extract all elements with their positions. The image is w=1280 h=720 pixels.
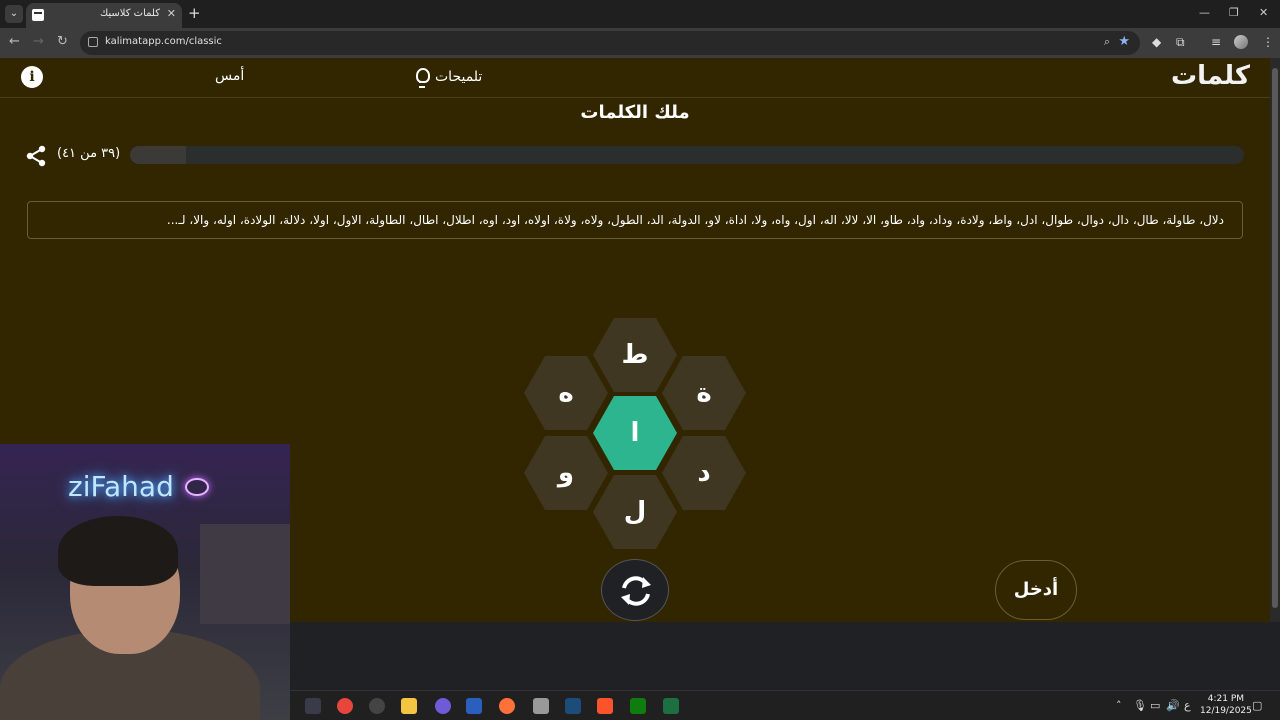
obs-app-icon[interactable] [369, 698, 385, 714]
letter-hex-lower-left[interactable]: و [524, 436, 608, 510]
hints-button[interactable]: تلميحات [415, 68, 483, 88]
progress-count: (٣٩ من ٤١) [57, 146, 121, 161]
rank-title: ملك الكلمات [580, 102, 690, 123]
address-bar[interactable]: kalimatapp.com/classic ⌕ ★ [80, 31, 1140, 55]
page-footer-area [290, 622, 1280, 690]
zoom-icon[interactable]: ⌕ [1104, 35, 1110, 49]
word-app-icon[interactable] [466, 698, 482, 714]
firefox-app-icon[interactable] [499, 698, 515, 714]
share-icon[interactable] [25, 145, 47, 167]
progress-bar-fill [130, 146, 186, 164]
clock-time: 4:21 PM [1207, 694, 1245, 704]
taskbar-clock[interactable]: 4:21 PM 12/19/2025 [1200, 693, 1252, 717]
back-arrow-icon[interactable]: ← [9, 34, 20, 49]
info-icon[interactable]: i [21, 66, 43, 88]
background-shelf [200, 524, 290, 624]
bookmark-star-icon[interactable]: ★ [1118, 34, 1130, 49]
browser-tab[interactable]: كلمات كلاسيك ✕ [26, 3, 182, 28]
new-tab-icon[interactable]: + [188, 4, 201, 22]
forward-arrow-icon[interactable]: → [33, 34, 44, 49]
language-indicator[interactable]: ع [1184, 699, 1191, 712]
letter-hex-upper-right[interactable]: ة [662, 356, 746, 430]
extensions-puzzle-icon[interactable]: ⧉ [1176, 35, 1185, 50]
app-logo: كلمات [1170, 61, 1250, 91]
chrome-app-icon[interactable] [337, 698, 353, 714]
scrollbar-thumb[interactable] [1272, 68, 1278, 608]
url-text: kalimatapp.com/classic [105, 36, 222, 47]
tab-close-icon[interactable]: ✕ [167, 7, 176, 20]
letter-hex-upper-left[interactable]: ه [524, 356, 608, 430]
browser-tab-bar: ⌄ كلمات كلاسيك ✕ + — ❐ ✕ [0, 0, 1280, 28]
volume-icon[interactable]: 🔊 [1166, 699, 1180, 712]
yesterday-link[interactable]: أمس [215, 68, 244, 84]
restore-icon[interactable]: ❐ [1229, 6, 1239, 19]
browser-toolbar: ← → ↻ kalimatapp.com/classic ⌕ ★ ◆ ⧉ ≡ ⋮ [0, 28, 1280, 58]
shuffle-button[interactable] [601, 559, 669, 621]
notification-icon[interactable]: ▢ [1252, 699, 1262, 712]
app-icon[interactable] [533, 698, 549, 714]
letter-hex-bottom[interactable]: ل [593, 475, 677, 549]
clock-date: 12/19/2025 [1200, 706, 1252, 716]
site-info-icon[interactable] [88, 37, 98, 47]
messenger-app-icon[interactable] [435, 698, 451, 714]
xbox-app-icon[interactable] [630, 698, 646, 714]
letter-hex-lower-right[interactable]: د [662, 436, 746, 510]
enter-button[interactable]: أدخل [995, 560, 1077, 620]
neon-sign: ziFahad [68, 470, 174, 503]
refresh-icon [621, 576, 651, 606]
planet-icon [185, 478, 209, 496]
letter-hex-top[interactable]: ط [593, 318, 677, 392]
site-favicon-icon [32, 9, 44, 21]
streamer-hair [58, 516, 178, 586]
discord-app-icon[interactable] [305, 698, 321, 714]
windows-taskbar: ˄ 🎙 ▭ 🔊 ع ▢ [290, 690, 1280, 720]
letter-hex-center[interactable]: ا [593, 396, 677, 470]
found-words-list[interactable]: دلال، طاولة، طال، دال، دوال، طوال، ادل، … [27, 201, 1243, 239]
minimize-icon[interactable]: — [1199, 6, 1210, 19]
profile-avatar[interactable] [1234, 35, 1248, 49]
network-icon[interactable]: ▭ [1150, 699, 1160, 712]
excel-app-icon[interactable] [663, 698, 679, 714]
media-queue-icon[interactable]: ≡ [1211, 35, 1221, 49]
hints-label: تلميحات [435, 69, 483, 85]
microphone-icon[interactable]: 🎙 [1133, 699, 1147, 712]
tab-title: كلمات كلاسيك [99, 8, 160, 19]
game-header: i أمس تلميحات كلمات [0, 58, 1270, 98]
tab-search-chevron-icon[interactable]: ⌄ [5, 5, 23, 23]
progress-bar [130, 146, 1244, 164]
webcam-overlay: ziFahad [0, 444, 290, 720]
extension-diamond-icon[interactable]: ◆ [1152, 35, 1161, 49]
page-scrollbar[interactable] [1270, 58, 1280, 622]
reload-icon[interactable]: ↻ [57, 34, 68, 49]
tray-chevron-icon[interactable]: ˄ [1116, 699, 1122, 712]
menu-kebab-icon[interactable]: ⋮ [1262, 35, 1274, 49]
window-close-icon[interactable]: ✕ [1259, 6, 1268, 19]
lightbulb-icon [415, 68, 430, 88]
steam-app-icon[interactable] [565, 698, 581, 714]
brave-app-icon[interactable] [597, 698, 613, 714]
file-explorer-icon[interactable] [401, 698, 417, 714]
